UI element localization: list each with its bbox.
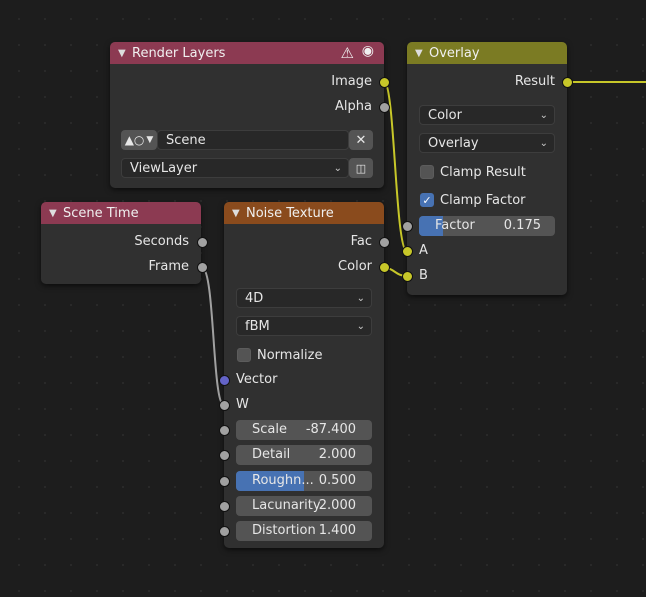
dimensions-dropdown[interactable]: 4D ⌄ — [236, 288, 372, 308]
scene-field[interactable]: Scene — [157, 130, 349, 150]
blend-mode-dropdown[interactable]: Overlay ⌄ — [419, 133, 555, 153]
lacunarity-field[interactable]: Lacunarity 2.000 — [236, 496, 372, 516]
input-vector-label: Vector — [236, 372, 278, 387]
socket-fac-out[interactable] — [379, 237, 390, 248]
socket-factor-in[interactable] — [402, 221, 413, 232]
chevron-down-icon[interactable]: ▼ — [232, 208, 246, 219]
scene-icon: ▲○ — [124, 133, 145, 147]
output-seconds-label: Seconds — [134, 234, 189, 249]
view-layer-copy-button[interactable]: ◫ — [349, 158, 373, 178]
output-fac-label: Fac — [350, 234, 372, 249]
node-title: Overlay — [429, 45, 480, 61]
input-b-label: B — [419, 268, 428, 283]
node-title: Noise Texture — [246, 205, 334, 221]
eye-icon[interactable]: ◉ — [362, 43, 374, 59]
scene-time-node[interactable]: ▼ Scene Time Seconds Frame — [41, 202, 201, 284]
node-title: Scene Time — [63, 205, 139, 221]
socket-alpha-out[interactable] — [379, 102, 390, 113]
chevron-down-icon: ⌄ — [333, 163, 342, 174]
factor-slider[interactable]: Factor 0.175 — [419, 216, 555, 236]
overlay-header[interactable]: ▼ Overlay — [407, 42, 567, 64]
socket-lacunarity-in[interactable] — [219, 501, 230, 512]
checkbox-box[interactable] — [237, 348, 251, 362]
scene-time-header[interactable]: ▼ Scene Time — [41, 202, 201, 224]
socket-scale-in[interactable] — [219, 425, 230, 436]
render-layers-header[interactable]: ▼ Render Layers ⚠ ◉ — [110, 42, 384, 64]
socket-roughness-in[interactable] — [219, 476, 230, 487]
scale-field[interactable]: Scale -87.400 — [236, 420, 372, 440]
chevron-down-icon[interactable]: ▼ — [49, 208, 63, 219]
noise-texture-node[interactable]: ▼ Noise Texture Fac Color 4D ⌄ fBM ⌄ Nor… — [224, 202, 384, 548]
socket-b-in[interactable] — [402, 271, 413, 282]
chevron-down-icon: ▼ — [146, 135, 154, 145]
socket-image-out[interactable] — [379, 77, 390, 88]
normalize-checkbox[interactable]: Normalize — [237, 345, 322, 365]
input-w-label: W — [236, 397, 249, 412]
data-type-dropdown[interactable]: Color ⌄ — [419, 105, 555, 125]
noise-type-dropdown[interactable]: fBM ⌄ — [236, 316, 372, 336]
chevron-down-icon[interactable]: ▼ — [118, 48, 132, 59]
chevron-down-icon[interactable]: ▼ — [415, 48, 429, 59]
chevron-down-icon: ⌄ — [539, 110, 548, 121]
copy-icon: ◫ — [355, 161, 367, 175]
checkmark-icon[interactable]: ✓ — [420, 193, 434, 207]
render-layers-node[interactable]: ▼ Render Layers ⚠ ◉ Image Alpha ▲○ ▼ Sce… — [110, 42, 384, 188]
socket-frame-out[interactable] — [197, 262, 208, 273]
socket-detail-in[interactable] — [219, 450, 230, 461]
socket-seconds-out[interactable] — [197, 237, 208, 248]
socket-result-out[interactable] — [562, 77, 573, 88]
scene-selector-button[interactable]: ▲○ ▼ — [121, 130, 157, 150]
socket-color-out[interactable] — [379, 262, 390, 273]
warning-icon: ⚠ — [340, 44, 354, 62]
socket-w-in[interactable] — [219, 400, 230, 411]
overlay-node[interactable]: ▼ Overlay Result Color ⌄ Overlay ⌄ Clamp… — [407, 42, 567, 295]
input-a-label: A — [419, 243, 428, 258]
detail-field[interactable]: Detail 2.000 — [236, 445, 372, 465]
noise-texture-header[interactable]: ▼ Noise Texture — [224, 202, 384, 224]
scene-clear-button[interactable]: ✕ — [349, 130, 373, 150]
close-icon: ✕ — [355, 132, 367, 148]
socket-vector-in[interactable] — [219, 375, 230, 386]
socket-distortion-in[interactable] — [219, 526, 230, 537]
chevron-down-icon: ⌄ — [356, 293, 365, 304]
output-image-label: Image — [331, 74, 372, 89]
output-alpha-label: Alpha — [335, 99, 372, 114]
chevron-down-icon: ⌄ — [539, 138, 548, 149]
output-result-label: Result — [514, 74, 555, 89]
clamp-result-checkbox[interactable]: Clamp Result — [420, 162, 526, 182]
chevron-down-icon: ⌄ — [356, 321, 365, 332]
socket-a-in[interactable] — [402, 246, 413, 257]
roughness-slider[interactable]: Roughn... 0.500 — [236, 471, 372, 491]
distortion-field[interactable]: Distortion 1.400 — [236, 521, 372, 541]
node-title: Render Layers — [132, 45, 226, 61]
output-color-label: Color — [338, 259, 372, 274]
view-layer-dropdown[interactable]: ViewLayer ⌄ — [121, 158, 349, 178]
output-frame-label: Frame — [148, 259, 189, 274]
clamp-factor-checkbox[interactable]: ✓ Clamp Factor — [420, 190, 526, 210]
checkbox-box[interactable] — [420, 165, 434, 179]
